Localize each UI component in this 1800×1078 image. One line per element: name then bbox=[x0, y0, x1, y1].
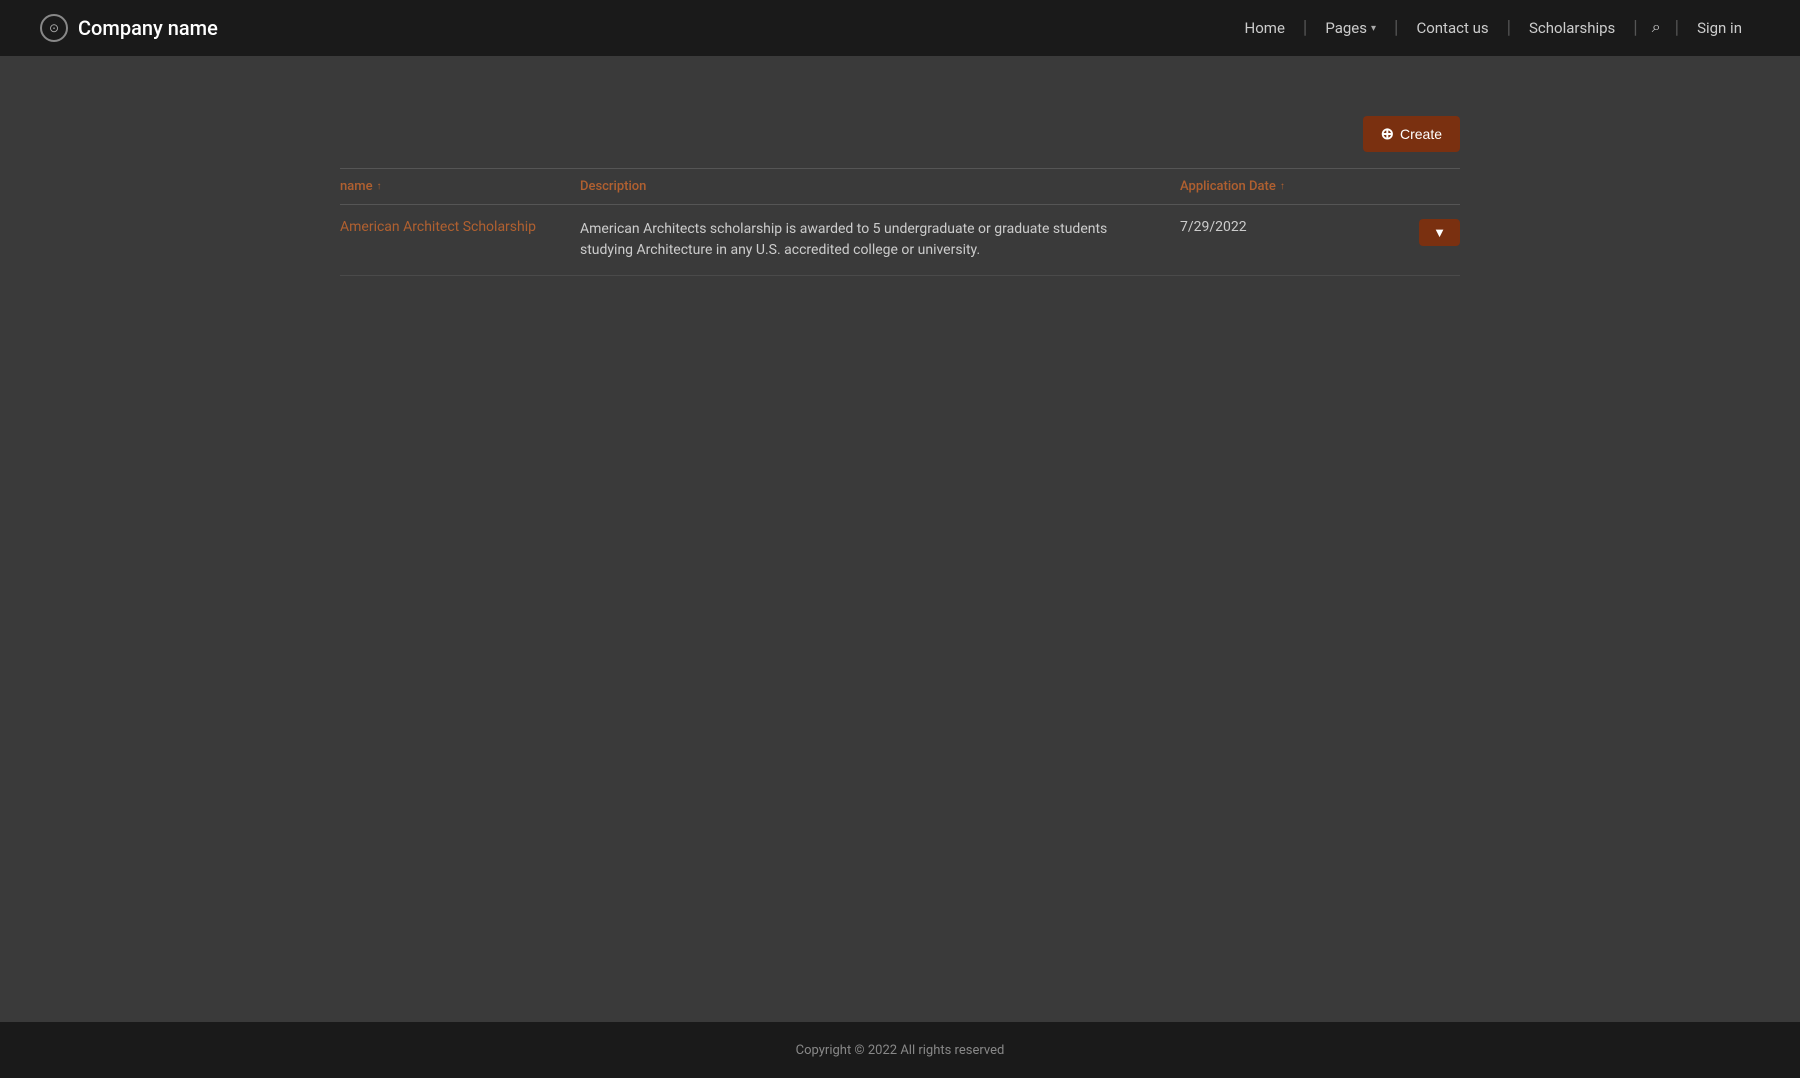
footer: Copyright © 2022 All rights reserved bbox=[0, 1022, 1800, 1078]
nav-link-pages[interactable]: Pages ▾ bbox=[1307, 19, 1394, 37]
pages-dropdown-arrow: ▾ bbox=[1371, 23, 1376, 34]
nav-item-search: ⌕ bbox=[1638, 19, 1675, 37]
nav-item-signin: Sign in bbox=[1679, 19, 1760, 37]
brand-name: Company name bbox=[78, 16, 218, 40]
search-button[interactable]: ⌕ bbox=[1638, 19, 1675, 37]
nav-link-signin[interactable]: Sign in bbox=[1679, 19, 1760, 37]
col-header-actions bbox=[1380, 179, 1460, 194]
col-header-description: Description bbox=[580, 179, 1180, 194]
nav-link-home[interactable]: Home bbox=[1227, 19, 1303, 37]
nav-links: Home | Pages ▾ | Contact us | Scholarshi… bbox=[1227, 19, 1760, 37]
table-row: American Architect Scholarship American … bbox=[340, 205, 1460, 276]
col-header-name: name ↑ bbox=[340, 179, 580, 194]
sort-icon-date[interactable]: ↑ bbox=[1280, 181, 1285, 192]
brand-icon: ⊙ bbox=[40, 14, 68, 42]
navbar: ⊙ Company name Home | Pages ▾ | Contact … bbox=[0, 0, 1800, 56]
create-label: Create bbox=[1400, 126, 1442, 142]
nav-item-scholarships: Scholarships bbox=[1511, 19, 1633, 37]
row-action-dropdown-button[interactable]: ▼ bbox=[1419, 219, 1460, 246]
create-button[interactable]: ⊕ Create bbox=[1363, 116, 1460, 152]
col-header-date: Application Date ↑ bbox=[1180, 179, 1380, 194]
nav-item-pages: Pages ▾ bbox=[1307, 19, 1394, 37]
content-wrapper: ⊕ Create name ↑ Description Application … bbox=[320, 76, 1480, 276]
cell-scholarship-description: American Architects scholarship is award… bbox=[580, 219, 1180, 261]
cell-scholarship-date: 7/29/2022 bbox=[1180, 219, 1380, 235]
table-header: name ↑ Description Application Date ↑ bbox=[340, 169, 1460, 205]
nav-link-scholarships[interactable]: Scholarships bbox=[1511, 19, 1633, 37]
main-content: ⊕ Create name ↑ Description Application … bbox=[0, 56, 1800, 1022]
cell-scholarship-name[interactable]: American Architect Scholarship bbox=[340, 219, 580, 235]
brand: ⊙ Company name bbox=[40, 14, 218, 42]
search-icon: ⌕ bbox=[1652, 19, 1661, 37]
nav-link-contact[interactable]: Contact us bbox=[1398, 19, 1506, 37]
action-bar: ⊕ Create bbox=[340, 76, 1460, 168]
copyright-text: Copyright © 2022 All rights reserved bbox=[796, 1043, 1005, 1058]
sort-icon-name[interactable]: ↑ bbox=[377, 181, 382, 192]
create-plus-icon: ⊕ bbox=[1381, 124, 1394, 144]
nav-item-contact: Contact us bbox=[1398, 19, 1506, 37]
nav-item-home: Home bbox=[1227, 19, 1303, 37]
scholarships-table: name ↑ Description Application Date ↑ Am… bbox=[340, 168, 1460, 276]
cell-action: ▼ bbox=[1380, 219, 1460, 246]
dropdown-chevron-icon: ▼ bbox=[1433, 225, 1446, 240]
